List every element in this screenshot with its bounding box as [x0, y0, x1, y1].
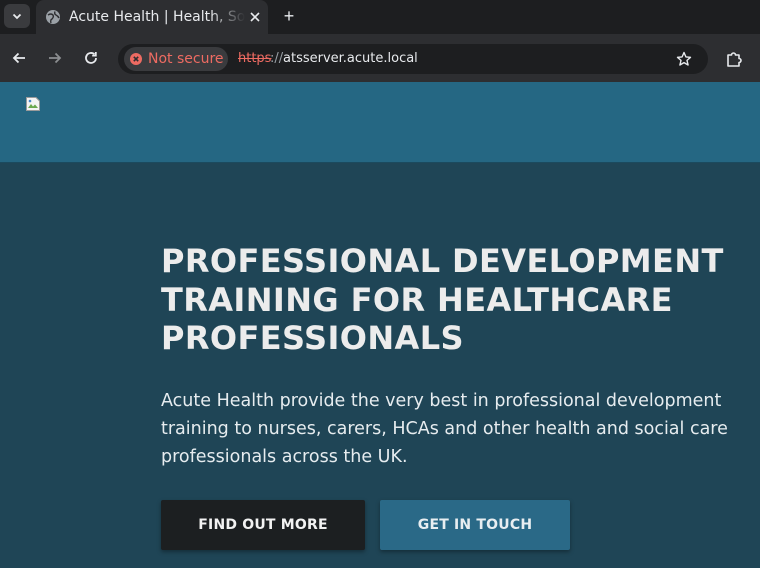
url-separator[interactable]: ://	[270, 51, 283, 67]
find-out-more-label: FIND OUT MORE	[198, 517, 328, 533]
find-out-more-button[interactable]: FIND OUT MORE	[161, 500, 365, 550]
tab-strip: Acute Health | Health, Social Care Train…	[0, 0, 760, 34]
site-header	[0, 82, 760, 163]
extensions-button[interactable]	[724, 49, 744, 69]
globe-icon	[46, 10, 60, 24]
tab-close-button[interactable]	[244, 6, 266, 28]
broken-image-icon[interactable]	[25, 96, 41, 112]
reload-button[interactable]	[79, 46, 103, 70]
url-scheme[interactable]: https	[238, 51, 271, 67]
new-tab-label: +	[283, 5, 295, 26]
star-icon	[676, 51, 692, 66]
forward-button[interactable]	[43, 46, 67, 70]
tab-list-button[interactable]	[4, 4, 30, 28]
new-tab-button[interactable]: +	[278, 5, 300, 27]
back-button[interactable]	[7, 46, 31, 70]
close-icon	[250, 12, 260, 22]
bookmark-button[interactable]	[674, 49, 694, 69]
get-in-touch-button[interactable]: GET IN TOUCH	[380, 500, 570, 550]
reload-icon	[85, 52, 97, 64]
url-host[interactable]: atsserver.acute.local	[283, 51, 418, 67]
arrow-right-icon	[49, 52, 62, 64]
browser-tab[interactable]: Acute Health | Health, Social Care Train…	[36, 0, 268, 34]
hero-headline: PROFESSIONAL DEVELOPMENT TRAINING FOR HE…	[161, 242, 724, 357]
warning-icon	[130, 53, 142, 65]
get-in-touch-label: GET IN TOUCH	[417, 517, 533, 533]
hero-lead-text: Acute Health provide the very best in pr…	[161, 391, 728, 467]
chevron-down-icon	[12, 13, 22, 20]
arrow-left-icon	[12, 52, 25, 64]
tab-title: Acute Health | Health, Social Care Train…	[69, 9, 245, 25]
not-secure-label[interactable]: Not secure	[148, 50, 224, 68]
puzzle-icon	[727, 52, 742, 67]
